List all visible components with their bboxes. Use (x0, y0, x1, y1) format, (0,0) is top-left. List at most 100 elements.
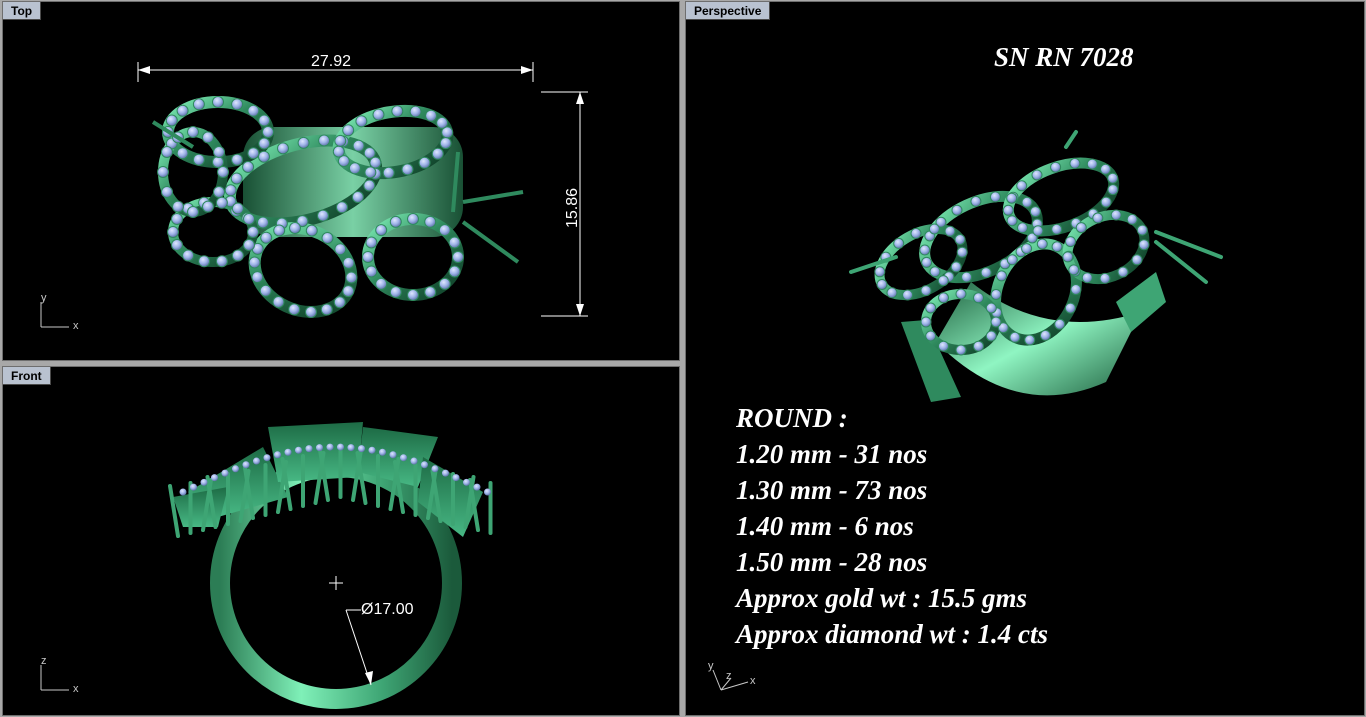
stone (920, 285, 932, 297)
stone (1009, 331, 1021, 343)
tab-front[interactable]: Front (3, 367, 51, 385)
spec-line-diamond-weight: Approx diamond wt : 1.4 cts (736, 619, 1049, 649)
stone (257, 216, 269, 229)
stone (342, 124, 355, 137)
stone (990, 289, 1002, 300)
stone-specification-list: ROUND : 1.20 mm - 31 nos 1.30 mm - 73 no… (736, 400, 1048, 652)
stone (389, 215, 402, 228)
stone (326, 443, 334, 451)
top-viewport[interactable]: 27.92 15.86 y x Top (2, 1, 680, 361)
stone (171, 239, 183, 251)
stone (337, 443, 344, 451)
stone (407, 213, 419, 225)
stone (1136, 224, 1148, 236)
stone (436, 116, 449, 129)
stone (190, 483, 197, 491)
stone (431, 465, 439, 473)
stone (955, 288, 967, 300)
stone (262, 126, 274, 138)
stone (919, 244, 931, 256)
stone (334, 134, 347, 147)
stone (985, 330, 997, 342)
stone (1036, 238, 1048, 250)
stone (198, 255, 211, 268)
stone (1069, 157, 1081, 169)
stone (242, 461, 250, 469)
design-number-title: SN RN 7028 (994, 42, 1134, 72)
stone (172, 200, 184, 213)
tab-top[interactable]: Top (3, 2, 42, 20)
stone (274, 451, 281, 459)
stone (362, 251, 374, 263)
stone (363, 179, 376, 192)
stone (980, 267, 992, 279)
stone (886, 287, 898, 299)
spec-line-round-140: 1.40 mm - 6 nos (736, 511, 914, 541)
stone (348, 162, 361, 175)
stone (439, 137, 452, 150)
stone (372, 108, 385, 121)
stone (375, 277, 388, 290)
stone (442, 469, 449, 477)
stone (231, 202, 244, 215)
stone (938, 340, 949, 352)
stone (242, 161, 255, 173)
stone (232, 465, 239, 473)
stone (347, 444, 355, 452)
stone (317, 209, 329, 222)
stone (920, 316, 932, 328)
front-view-canvas: Ø17.00 z x (40, 422, 493, 709)
stone (391, 105, 404, 118)
stone (925, 302, 937, 314)
stone (334, 243, 347, 256)
stone (345, 271, 358, 284)
stone (1092, 212, 1104, 224)
stone (363, 147, 376, 159)
stone (297, 136, 310, 149)
stone (902, 289, 914, 301)
stone (1006, 215, 1018, 227)
stone (187, 206, 199, 218)
stone (1064, 302, 1076, 314)
stone (305, 224, 318, 237)
stone (448, 236, 461, 249)
perspective-viewport[interactable]: y z x SN RN 7028 ROUND : 1.20 mm - 31 no… (685, 1, 1365, 716)
stone (944, 225, 956, 237)
stone (410, 457, 418, 465)
stone (955, 344, 967, 356)
stone (305, 306, 317, 318)
stone (320, 303, 333, 316)
stone (1006, 254, 1018, 266)
stone (1054, 318, 1066, 330)
stone (1110, 209, 1122, 221)
stone (342, 256, 355, 269)
stone (247, 104, 260, 117)
stone (1126, 213, 1138, 225)
center-crosshair (329, 576, 343, 590)
stone (272, 296, 285, 308)
stone (273, 224, 286, 237)
spec-line-heading: ROUND : (736, 403, 848, 433)
stone (305, 445, 313, 453)
stone (937, 275, 949, 287)
stone (1107, 172, 1119, 184)
stone (989, 191, 1001, 203)
stone (401, 163, 414, 176)
stone (258, 137, 271, 150)
stone (289, 222, 301, 234)
stone (243, 213, 255, 225)
stone (332, 145, 345, 158)
stone (248, 256, 261, 269)
stone (1100, 196, 1112, 208)
stone (365, 236, 378, 249)
tab-perspective[interactable]: Perspective (686, 2, 771, 20)
stone (1021, 196, 1033, 208)
stone (212, 96, 224, 108)
stone (1031, 169, 1043, 181)
stone (318, 134, 331, 147)
stone (375, 224, 388, 237)
height-dimension-label: 15.86 (564, 188, 581, 228)
front-viewport[interactable]: Ø17.00 z x Front (2, 366, 680, 716)
stone (368, 446, 376, 454)
stone (202, 131, 214, 144)
